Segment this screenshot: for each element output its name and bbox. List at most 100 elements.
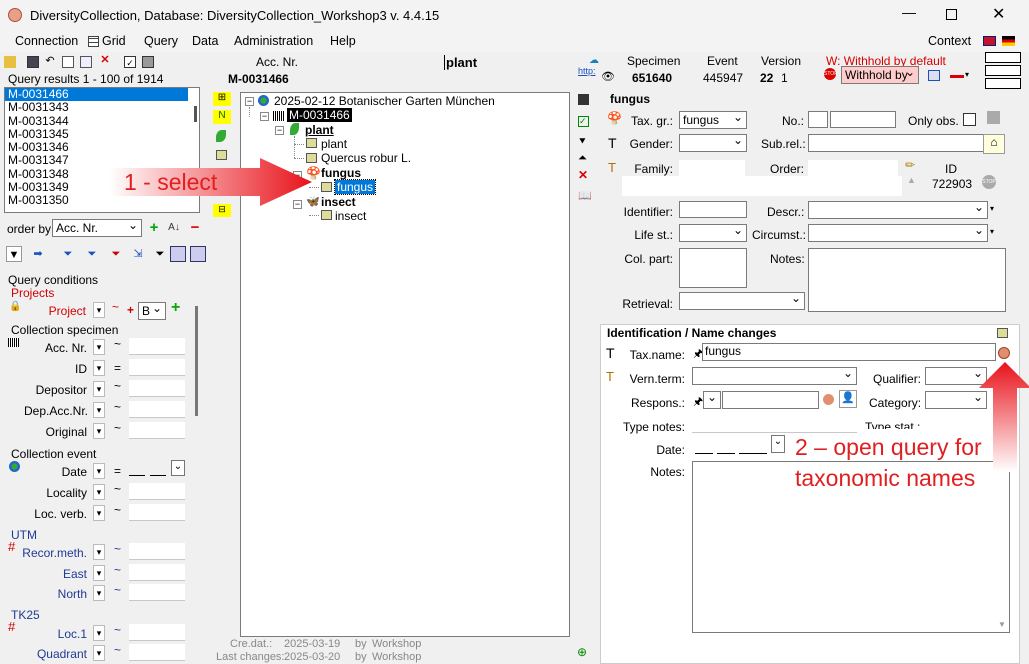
- tree-insect-id[interactable]: insect: [335, 209, 366, 223]
- new-icon[interactable]: [62, 56, 74, 68]
- eye-icon[interactable]: 👁: [601, 70, 615, 83]
- columns-icon[interactable]: [190, 246, 206, 262]
- menu-help[interactable]: Help: [330, 34, 356, 48]
- date-month-field[interactable]: [717, 438, 735, 454]
- undo-icon[interactable]: ↶: [44, 55, 56, 67]
- save-icon[interactable]: [27, 56, 39, 68]
- checkbox-icon[interactable]: ✓: [124, 56, 136, 68]
- circumst-dropdown-icon[interactable]: ▾: [990, 227, 994, 236]
- project-tilde[interactable]: ~: [112, 300, 119, 314]
- up-arrow-icon[interactable]: ⏶: [578, 152, 587, 165]
- north-input[interactable]: [129, 584, 185, 601]
- vern-term-select[interactable]: [692, 365, 857, 385]
- date-picker-button[interactable]: ⌄: [771, 435, 785, 453]
- tree-event-label[interactable]: 2025-02-12 Botanischer Garten München: [274, 94, 495, 108]
- list-item[interactable]: M-0031344: [5, 114, 199, 128]
- arrow-right-icon[interactable]: ➡: [30, 246, 46, 262]
- sub-rel-select[interactable]: [808, 132, 1004, 152]
- maximize-button[interactable]: [946, 9, 957, 20]
- depositor-input[interactable]: [129, 380, 185, 397]
- card-icon[interactable]: [928, 70, 940, 81]
- mini-button-1[interactable]: [985, 52, 1021, 63]
- date-year-field[interactable]: [739, 438, 767, 454]
- remove-sort-button[interactable]: −: [187, 220, 203, 236]
- respons-dropdown[interactable]: [703, 389, 721, 409]
- grid-view-icon[interactable]: [170, 246, 186, 262]
- add-sort-button[interactable]: +: [146, 220, 162, 236]
- save-icon[interactable]: [578, 94, 589, 105]
- list-item[interactable]: M-0031466: [5, 88, 188, 102]
- project-select[interactable]: B: [138, 300, 166, 320]
- recor-meth-operator[interactable]: ▾: [93, 544, 105, 560]
- query-icon[interactable]: [4, 56, 16, 68]
- col-part-input[interactable]: [679, 248, 747, 288]
- depositor-operator[interactable]: ▾: [93, 381, 105, 397]
- check-icon[interactable]: ✓: [578, 116, 589, 127]
- dep-acc-nr-operator[interactable]: ▾: [93, 402, 105, 418]
- filter-down-icon[interactable]: ⏷: [84, 246, 100, 262]
- pencil-icon[interactable]: ✏: [905, 158, 915, 172]
- leaf-icon[interactable]: [216, 130, 226, 142]
- date-day-field[interactable]: [695, 438, 713, 454]
- link-icon[interactable]: ☁: [589, 55, 599, 66]
- filter-remove-icon[interactable]: ⏷: [108, 246, 124, 262]
- life-st-select[interactable]: [679, 222, 747, 242]
- results-scrollbar[interactable]: [194, 106, 197, 122]
- original-operator[interactable]: ▾: [93, 423, 105, 439]
- tree-toggle[interactable]: −: [245, 97, 254, 106]
- identifier-input[interactable]: [679, 201, 747, 218]
- tree-fungus-unit[interactable]: fungus: [321, 166, 361, 180]
- gender-select[interactable]: [679, 132, 747, 152]
- book-icon[interactable]: 📖: [578, 189, 592, 202]
- east-input[interactable]: [129, 564, 185, 581]
- date-picker-button[interactable]: ⌄: [171, 460, 185, 476]
- tax-name-input[interactable]: fungus: [702, 343, 996, 361]
- circumst-select[interactable]: [808, 222, 988, 242]
- order-by-select[interactable]: Acc. Nr.: [52, 217, 142, 237]
- header-title-value[interactable]: plant: [444, 55, 477, 70]
- project-plus[interactable]: +: [127, 303, 134, 317]
- list-item[interactable]: M-0031346: [5, 141, 199, 154]
- loc-verb-operator[interactable]: ▾: [93, 505, 105, 521]
- acc-nr-input[interactable]: [129, 338, 185, 355]
- scroll-down-icon[interactable]: ▼: [998, 620, 1006, 629]
- loc1-input[interactable]: [129, 624, 185, 641]
- person-icon[interactable]: 👤: [839, 390, 857, 408]
- descr-dropdown-icon[interactable]: ▾: [990, 204, 994, 213]
- dropdown-small-icon[interactable]: ▾: [965, 70, 969, 79]
- delete-icon[interactable]: ✕: [578, 168, 588, 182]
- no-input-1[interactable]: [808, 111, 828, 128]
- menu-grid[interactable]: Grid: [102, 34, 126, 48]
- order-input[interactable]: [808, 160, 898, 177]
- descr-select[interactable]: [808, 199, 988, 219]
- print-icon[interactable]: [142, 56, 154, 68]
- menu-connection[interactable]: Connection: [15, 34, 78, 48]
- tree-toggle[interactable]: −: [275, 126, 284, 135]
- quadrant-operator[interactable]: ▾: [93, 645, 105, 661]
- up-triangle-icon[interactable]: ▲: [907, 175, 916, 185]
- respons-input[interactable]: [722, 391, 819, 409]
- tree-toggle[interactable]: −: [260, 112, 269, 121]
- recor-meth-input[interactable]: [129, 543, 185, 560]
- date-month-input[interactable]: [150, 464, 166, 476]
- locality-input[interactable]: [129, 483, 185, 500]
- original-input[interactable]: [129, 422, 185, 439]
- dep-acc-nr-input[interactable]: [129, 401, 185, 418]
- dropdown-arrow-icon[interactable]: ▼: [6, 246, 22, 262]
- menu-context[interactable]: Context: [928, 34, 971, 48]
- house-icon[interactable]: ⌂: [983, 134, 1005, 154]
- family-order-input[interactable]: [622, 176, 902, 196]
- menu-data[interactable]: Data: [192, 34, 218, 48]
- filter-next-icon[interactable]: ⇲: [130, 246, 146, 262]
- mini-button-2[interactable]: [985, 65, 1021, 76]
- id-operator[interactable]: ▾: [93, 360, 105, 376]
- type-notes-input[interactable]: [692, 416, 857, 433]
- list-item[interactable]: M-0031343: [5, 101, 199, 114]
- http-label[interactable]: http:: [578, 66, 596, 76]
- id-input[interactable]: [129, 359, 185, 376]
- tree-add-icon[interactable]: ⊞: [213, 92, 231, 106]
- image-grey-icon[interactable]: [987, 111, 1000, 124]
- filter-icon[interactable]: ⏷: [60, 246, 76, 262]
- tree-fungus-id[interactable]: fungus: [333, 179, 377, 195]
- menu-administration[interactable]: Administration: [234, 34, 313, 48]
